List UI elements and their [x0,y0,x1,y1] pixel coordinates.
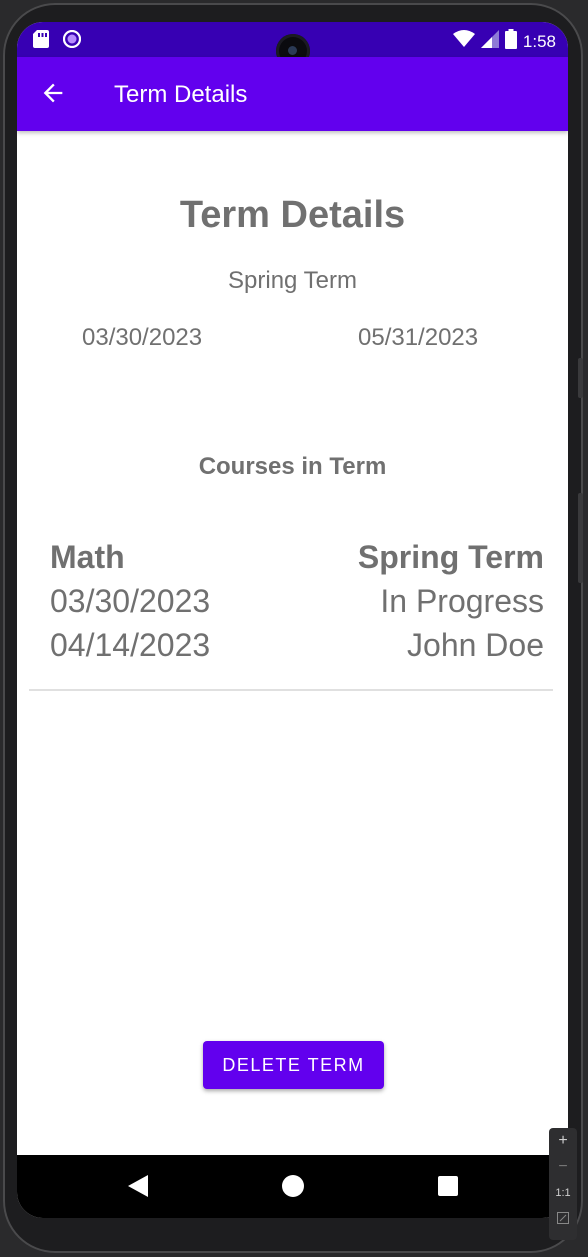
page-title: Term Details [179,194,406,236]
status-time: 1:58 [522,31,556,51]
delete-term-button[interactable]: DELETE TERM [203,1041,384,1089]
course-end-date: 04/14/2023 [50,627,211,663]
courses-heading: Courses in Term [198,453,387,480]
back-button[interactable] [39,79,71,111]
term-start-date: 03/30/2023 [82,324,203,351]
wifi-icon [452,30,475,53]
circle-notification-icon [62,29,82,53]
nav-home-icon[interactable] [282,1175,304,1197]
term-name: Spring Term [228,267,357,294]
cell-signal-icon [480,30,499,53]
fit-screen-icon [557,1211,569,1227]
nav-back-icon[interactable] [128,1175,148,1202]
app-bar-title: Term Details [114,81,248,108]
navigation-bar [17,1155,568,1218]
term-end-date: 05/31/2023 [358,324,479,351]
status-bar: 1:58 [17,22,568,68]
zoom-fit-button[interactable] [549,1206,577,1232]
course-status: In Progress [380,583,544,619]
arrow-back-icon [39,83,67,111]
battery-icon [504,29,517,54]
nav-recents-icon[interactable] [438,1176,458,1196]
app-bar: Term Details [17,57,568,131]
zoom-reset-button[interactable]: 1:1 [549,1180,577,1206]
course-instructor: John Doe [407,627,544,663]
sd-card-icon [33,30,49,53]
zoom-out-button[interactable]: − [549,1154,577,1180]
emulator-zoom-panel: + − 1:1 [549,1128,577,1240]
course-title: Math [50,539,125,575]
volume-button [578,358,583,398]
course-list-item[interactable]: Math 03/30/2023 04/14/2023 Spring Term I… [29,531,553,693]
list-divider [29,689,553,691]
course-start-date: 03/30/2023 [50,583,211,619]
screen: 1:58 Term Details Term Details Spring Te… [17,22,568,1218]
zoom-in-button[interactable]: + [549,1128,577,1154]
power-button [578,493,583,583]
course-term: Spring Term [357,539,544,575]
